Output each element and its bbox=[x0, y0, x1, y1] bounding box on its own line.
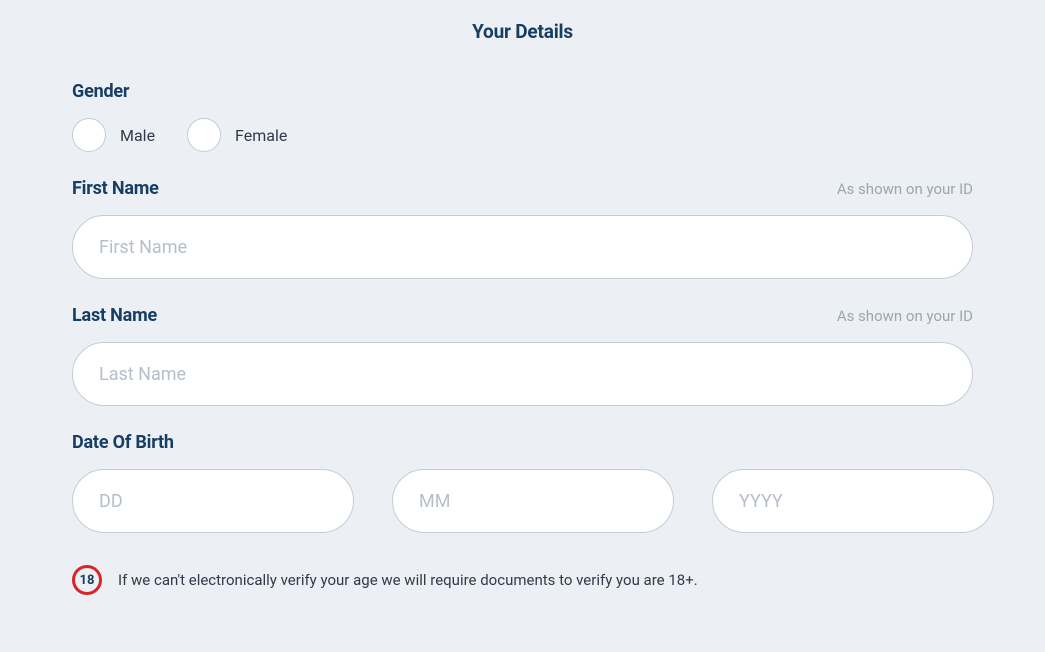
page-title: Your Details bbox=[72, 20, 973, 43]
age-notice: 18 If we can't electronically verify you… bbox=[72, 565, 973, 595]
dob-month-input[interactable] bbox=[392, 469, 674, 533]
age-badge-icon: 18 bbox=[72, 565, 102, 595]
firstname-hint: As shown on your ID bbox=[837, 180, 973, 198]
dob-label: Date Of Birth bbox=[72, 432, 174, 453]
dob-year-input[interactable] bbox=[712, 469, 994, 533]
lastname-label: Last Name bbox=[72, 305, 157, 326]
gender-label: Gender bbox=[72, 81, 129, 102]
firstname-label: First Name bbox=[72, 178, 159, 199]
lastname-input[interactable] bbox=[72, 342, 973, 406]
age-notice-text: If we can't electronically verify your a… bbox=[118, 571, 698, 589]
radio-circle-icon[interactable] bbox=[72, 118, 106, 152]
radio-circle-icon[interactable] bbox=[187, 118, 221, 152]
lastname-section: Last Name As shown on your ID bbox=[72, 305, 973, 406]
gender-radio-group: Male Female bbox=[72, 118, 973, 152]
firstname-section: First Name As shown on your ID bbox=[72, 178, 973, 279]
gender-radio-male[interactable]: Male bbox=[72, 118, 155, 152]
gender-radio-male-label: Male bbox=[120, 126, 155, 145]
gender-radio-female-label: Female bbox=[235, 126, 287, 145]
dob-day-input[interactable] bbox=[72, 469, 354, 533]
lastname-hint: As shown on your ID bbox=[837, 307, 973, 325]
gender-radio-female[interactable]: Female bbox=[187, 118, 287, 152]
dob-section: Date Of Birth bbox=[72, 432, 973, 533]
gender-section: Gender Male Female bbox=[72, 81, 973, 152]
firstname-input[interactable] bbox=[72, 215, 973, 279]
